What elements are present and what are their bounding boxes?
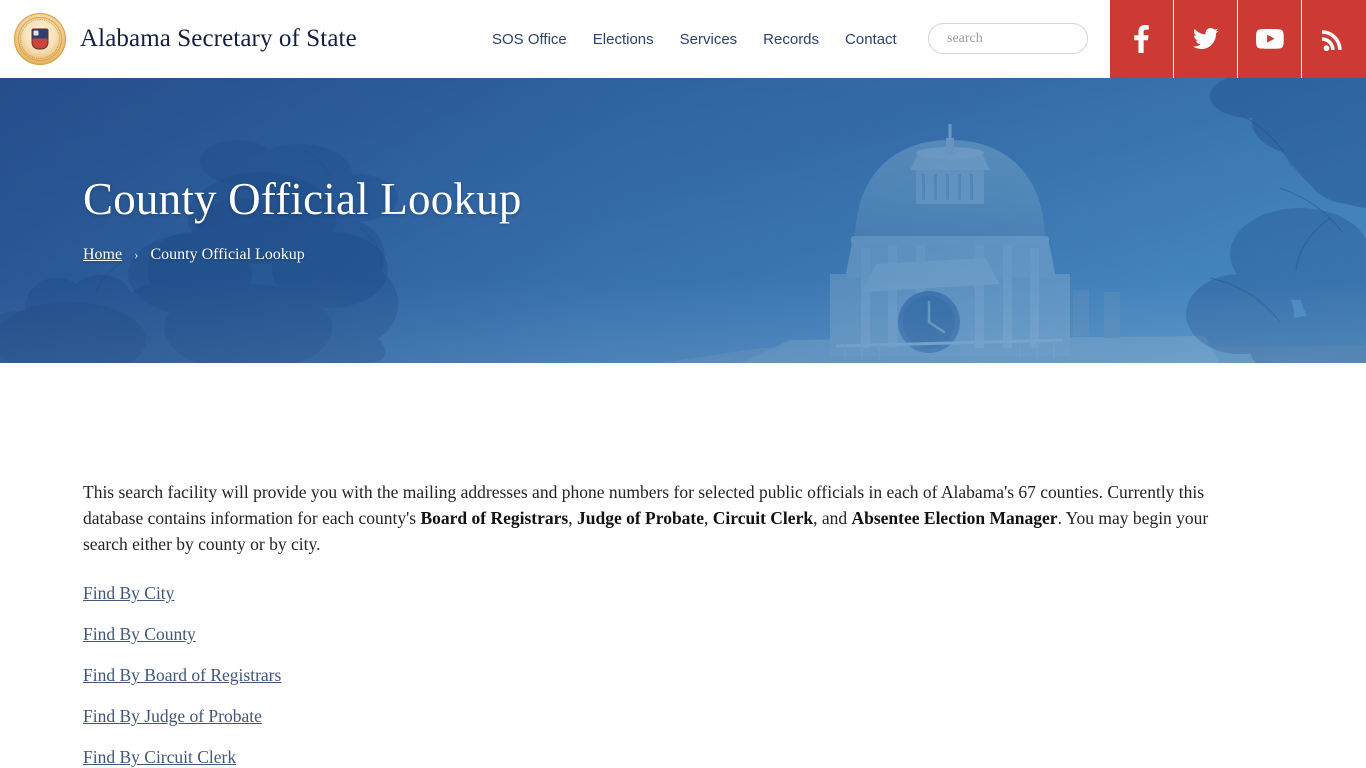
rss-icon[interactable] bbox=[1302, 0, 1366, 78]
breadcrumb: Home › County Official Lookup bbox=[83, 246, 522, 264]
alabama-state-seal-icon bbox=[14, 13, 66, 65]
brand-title: Alabama Secretary of State bbox=[80, 25, 357, 52]
breadcrumb-item-home[interactable]: Home bbox=[83, 246, 122, 264]
intro-paragraph: This search facility will provide you wi… bbox=[83, 479, 1230, 557]
link-find-by-judge-of-probate[interactable]: Find By Judge of Probate bbox=[83, 706, 262, 726]
nav-item-elections[interactable]: Elections bbox=[593, 31, 654, 48]
primary-navigation: SOS Office Elections Services Records Co… bbox=[492, 0, 897, 78]
main-content: This search facility will provide you wi… bbox=[0, 363, 1230, 768]
link-find-by-circuit-clerk[interactable]: Find By Circuit Clerk bbox=[83, 747, 236, 767]
lookup-links-list: Find By City Find By County Find By Boar… bbox=[83, 583, 1230, 768]
social-links-bar bbox=[1110, 0, 1366, 78]
list-item: Find By Board of Registrars bbox=[83, 665, 1230, 686]
link-find-by-city[interactable]: Find By City bbox=[83, 583, 174, 603]
intro-bold-judge-of-probate: Judge of Probate bbox=[577, 508, 705, 528]
search-input[interactable] bbox=[928, 23, 1088, 54]
nav-item-records[interactable]: Records bbox=[763, 31, 819, 48]
link-find-by-board-of-registrars[interactable]: Find By Board of Registrars bbox=[83, 665, 281, 685]
nav-item-services[interactable]: Services bbox=[680, 31, 738, 48]
breadcrumb-item-current: County Official Lookup bbox=[150, 246, 305, 263]
intro-sep-2: , bbox=[704, 508, 713, 528]
intro-bold-board-of-registrars: Board of Registrars bbox=[420, 508, 569, 528]
list-item: Find By Circuit Clerk bbox=[83, 747, 1230, 768]
intro-bold-absentee-election-manager: Absentee Election Manager bbox=[851, 508, 1058, 528]
intro-sep-1: , bbox=[568, 508, 577, 528]
youtube-icon[interactable] bbox=[1238, 0, 1302, 78]
hero-banner: County Official Lookup Home › County Off… bbox=[0, 78, 1366, 363]
list-item: Find By Judge of Probate bbox=[83, 706, 1230, 727]
link-find-by-county[interactable]: Find By County bbox=[83, 624, 196, 644]
list-item: Find By County bbox=[83, 624, 1230, 645]
intro-bold-circuit-clerk: Circuit Clerk bbox=[712, 508, 814, 528]
page-title: County Official Lookup bbox=[83, 174, 522, 224]
seal-shield bbox=[31, 28, 49, 50]
nav-item-contact[interactable]: Contact bbox=[845, 31, 897, 48]
list-item: Find By City bbox=[83, 583, 1230, 604]
site-header: Alabama Secretary of State SOS Office El… bbox=[0, 0, 1366, 78]
hero-content: County Official Lookup Home › County Off… bbox=[83, 78, 522, 363]
search-box bbox=[928, 23, 1088, 54]
twitter-icon[interactable] bbox=[1174, 0, 1238, 78]
facebook-icon[interactable] bbox=[1110, 0, 1174, 78]
intro-sep-3: , and bbox=[813, 508, 852, 528]
nav-item-sos-office[interactable]: SOS Office bbox=[492, 31, 567, 48]
chevron-right-icon: › bbox=[134, 247, 139, 262]
brand-home-link[interactable]: Alabama Secretary of State bbox=[0, 13, 357, 65]
